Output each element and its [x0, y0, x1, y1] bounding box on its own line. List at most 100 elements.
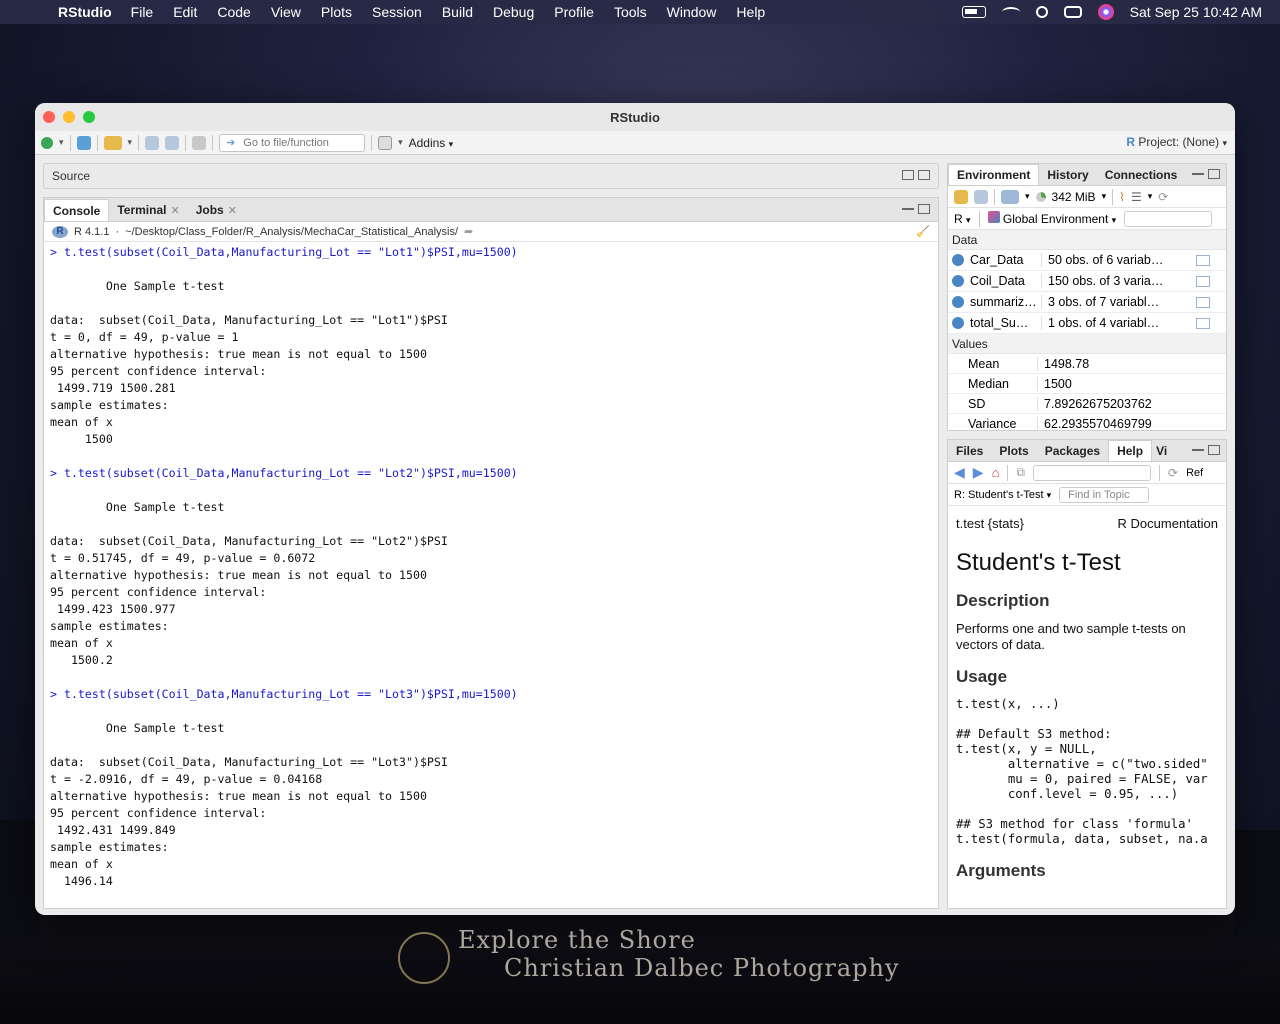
import-dropdown-icon[interactable]: ▾ [1025, 191, 1030, 202]
menubar-clock[interactable]: Sat Sep 25 10:42 AM [1130, 4, 1262, 20]
menu-build[interactable]: Build [442, 4, 473, 20]
refresh-icon[interactable]: ⟳ [1158, 190, 1168, 204]
pane-layout-icon[interactable] [378, 135, 393, 150]
environment-data-row[interactable]: summariz… 3 obs. of 7 variabl… [948, 292, 1226, 313]
maximize-pane-icon[interactable] [918, 204, 930, 214]
addins-menu[interactable]: Addins ▾ [409, 136, 454, 150]
new-file-icon[interactable] [41, 136, 53, 149]
menu-window[interactable]: Window [667, 4, 717, 20]
list-view-icon[interactable]: ☰ [1131, 190, 1142, 204]
control-center-icon[interactable] [1063, 6, 1082, 18]
menu-help[interactable]: Help [736, 4, 765, 20]
tab-terminal[interactable]: Terminal ✕ [109, 199, 187, 221]
refresh-help-icon[interactable]: ⟳ [1168, 466, 1178, 480]
go-to-file-input[interactable]: ➔ Go to file/function [219, 133, 366, 152]
close-tab-icon[interactable]: ✕ [170, 204, 179, 217]
expand-data-icon[interactable] [952, 296, 964, 308]
menu-tools[interactable]: Tools [614, 4, 647, 20]
maximize-pane-icon[interactable] [918, 170, 930, 180]
open-file-icon[interactable] [103, 135, 122, 150]
tab-viewer[interactable]: Vi [1152, 440, 1171, 461]
language-select[interactable]: R ▾ [954, 212, 971, 226]
expand-data-icon[interactable] [952, 317, 964, 329]
expand-data-icon[interactable] [952, 254, 964, 266]
view-table-icon[interactable] [1196, 296, 1210, 308]
clear-objects-broom-icon[interactable]: ⌇ [1119, 190, 1125, 204]
environment-data-row[interactable]: Coil_Data 150 obs. of 3 varia… [948, 271, 1226, 292]
view-table-icon[interactable] [1196, 317, 1210, 329]
maximize-pane-icon[interactable] [1208, 169, 1220, 179]
environment-data-row[interactable]: total_Su… 1 obs. of 4 variabl… [948, 313, 1226, 334]
environment-value-row[interactable]: Median 1500 [948, 374, 1226, 394]
minimize-pane-icon[interactable] [1192, 445, 1204, 451]
tab-connections[interactable]: Connections [1097, 164, 1186, 185]
maximize-pane-icon[interactable] [1208, 445, 1220, 455]
environment-value-row[interactable]: SD 7.89262675203762 [948, 394, 1226, 414]
save-all-icon[interactable] [165, 135, 180, 150]
print-icon[interactable] [192, 135, 207, 150]
environment-scope-select[interactable]: Global Environment ▾ [987, 211, 1116, 226]
restore-pane-icon[interactable] [902, 170, 914, 180]
project-menu[interactable]: R Project: (None) ▾ [1126, 135, 1227, 149]
battery-icon[interactable] [961, 6, 986, 18]
save-icon[interactable] [145, 135, 160, 150]
menu-plots[interactable]: Plots [321, 4, 352, 20]
minimize-pane-icon[interactable] [1192, 169, 1204, 175]
menu-profile[interactable]: Profile [554, 4, 594, 20]
minimize-window-button[interactable] [63, 111, 75, 123]
clear-console-icon[interactable]: 🧹 [916, 225, 930, 238]
source-pane-collapsed[interactable]: Source [43, 163, 939, 189]
view-table-icon[interactable] [1196, 254, 1210, 266]
menu-file[interactable]: File [131, 4, 154, 20]
spotlight-search-icon[interactable] [1035, 6, 1048, 18]
tab-packages[interactable]: Packages [1037, 440, 1108, 461]
tab-plots[interactable]: Plots [991, 440, 1036, 461]
environment-value-row[interactable]: Variance 62.2935570469799 [948, 414, 1226, 430]
environment-value-row[interactable]: Mean 1498.78 [948, 354, 1226, 374]
memory-usage[interactable]: 342 MiB [1052, 190, 1096, 204]
forward-arrow-icon[interactable]: ▶ [973, 464, 984, 481]
menu-code[interactable]: Code [217, 4, 250, 20]
wifi-icon[interactable] [1001, 7, 1020, 17]
tab-help[interactable]: Help [1108, 440, 1153, 461]
menu-session[interactable]: Session [372, 4, 422, 20]
find-in-topic-input[interactable]: Find in Topic [1059, 486, 1150, 503]
menubar-app-name[interactable]: RStudio [58, 4, 112, 20]
environment-search-input[interactable] [1124, 210, 1213, 227]
tab-history[interactable]: History [1039, 164, 1096, 185]
tab-files[interactable]: Files [948, 440, 991, 461]
memory-dropdown-icon[interactable]: ▾ [1102, 191, 1107, 202]
zoom-window-button[interactable] [83, 111, 95, 123]
expand-data-icon[interactable] [952, 275, 964, 287]
tab-console[interactable]: Console [44, 199, 110, 221]
close-window-button[interactable] [43, 111, 55, 123]
window-titlebar[interactable]: RStudio [35, 103, 1235, 131]
load-workspace-icon[interactable] [954, 189, 968, 204]
refresh-help-label[interactable]: Ref [1186, 467, 1203, 479]
back-arrow-icon[interactable]: ◀ [954, 464, 965, 481]
new-project-icon[interactable] [76, 135, 91, 150]
pane-layout-dropdown-icon[interactable]: ▾ [398, 137, 403, 148]
view-dropdown-icon[interactable]: ▾ [1148, 191, 1153, 202]
open-in-window-icon[interactable]: ⧉ [1016, 465, 1025, 480]
console-output[interactable]: > t.test(subset(Coil_Data,Manufacturing_… [44, 242, 938, 890]
close-tab-icon[interactable]: ✕ [228, 204, 237, 217]
menu-edit[interactable]: Edit [173, 4, 197, 20]
view-table-icon[interactable] [1196, 275, 1210, 287]
working-directory[interactable]: ~/Desktop/Class_Folder/R_Analysis/MechaC… [125, 226, 458, 238]
help-search-input[interactable] [1033, 464, 1151, 481]
help-topic-select[interactable]: R: Student's t-Test ▾ [954, 489, 1051, 501]
open-recent-dropdown-icon[interactable]: ▾ [128, 137, 133, 148]
save-workspace-icon[interactable] [974, 189, 988, 204]
tab-environment[interactable]: Environment [948, 164, 1040, 185]
tab-jobs[interactable]: Jobs ✕ [188, 199, 245, 221]
minimize-pane-icon[interactable] [902, 204, 914, 210]
environment-data-row[interactable]: Car_Data 50 obs. of 6 variab… [948, 250, 1226, 271]
menu-view[interactable]: View [271, 4, 301, 20]
menu-debug[interactable]: Debug [493, 4, 534, 20]
siri-icon[interactable] [1097, 4, 1114, 20]
home-icon[interactable]: ⌂ [992, 465, 1000, 480]
new-file-dropdown-icon[interactable]: ▾ [59, 137, 64, 148]
import-dataset-icon[interactable] [1001, 189, 1019, 204]
go-to-directory-icon[interactable]: ➦ [464, 225, 473, 238]
